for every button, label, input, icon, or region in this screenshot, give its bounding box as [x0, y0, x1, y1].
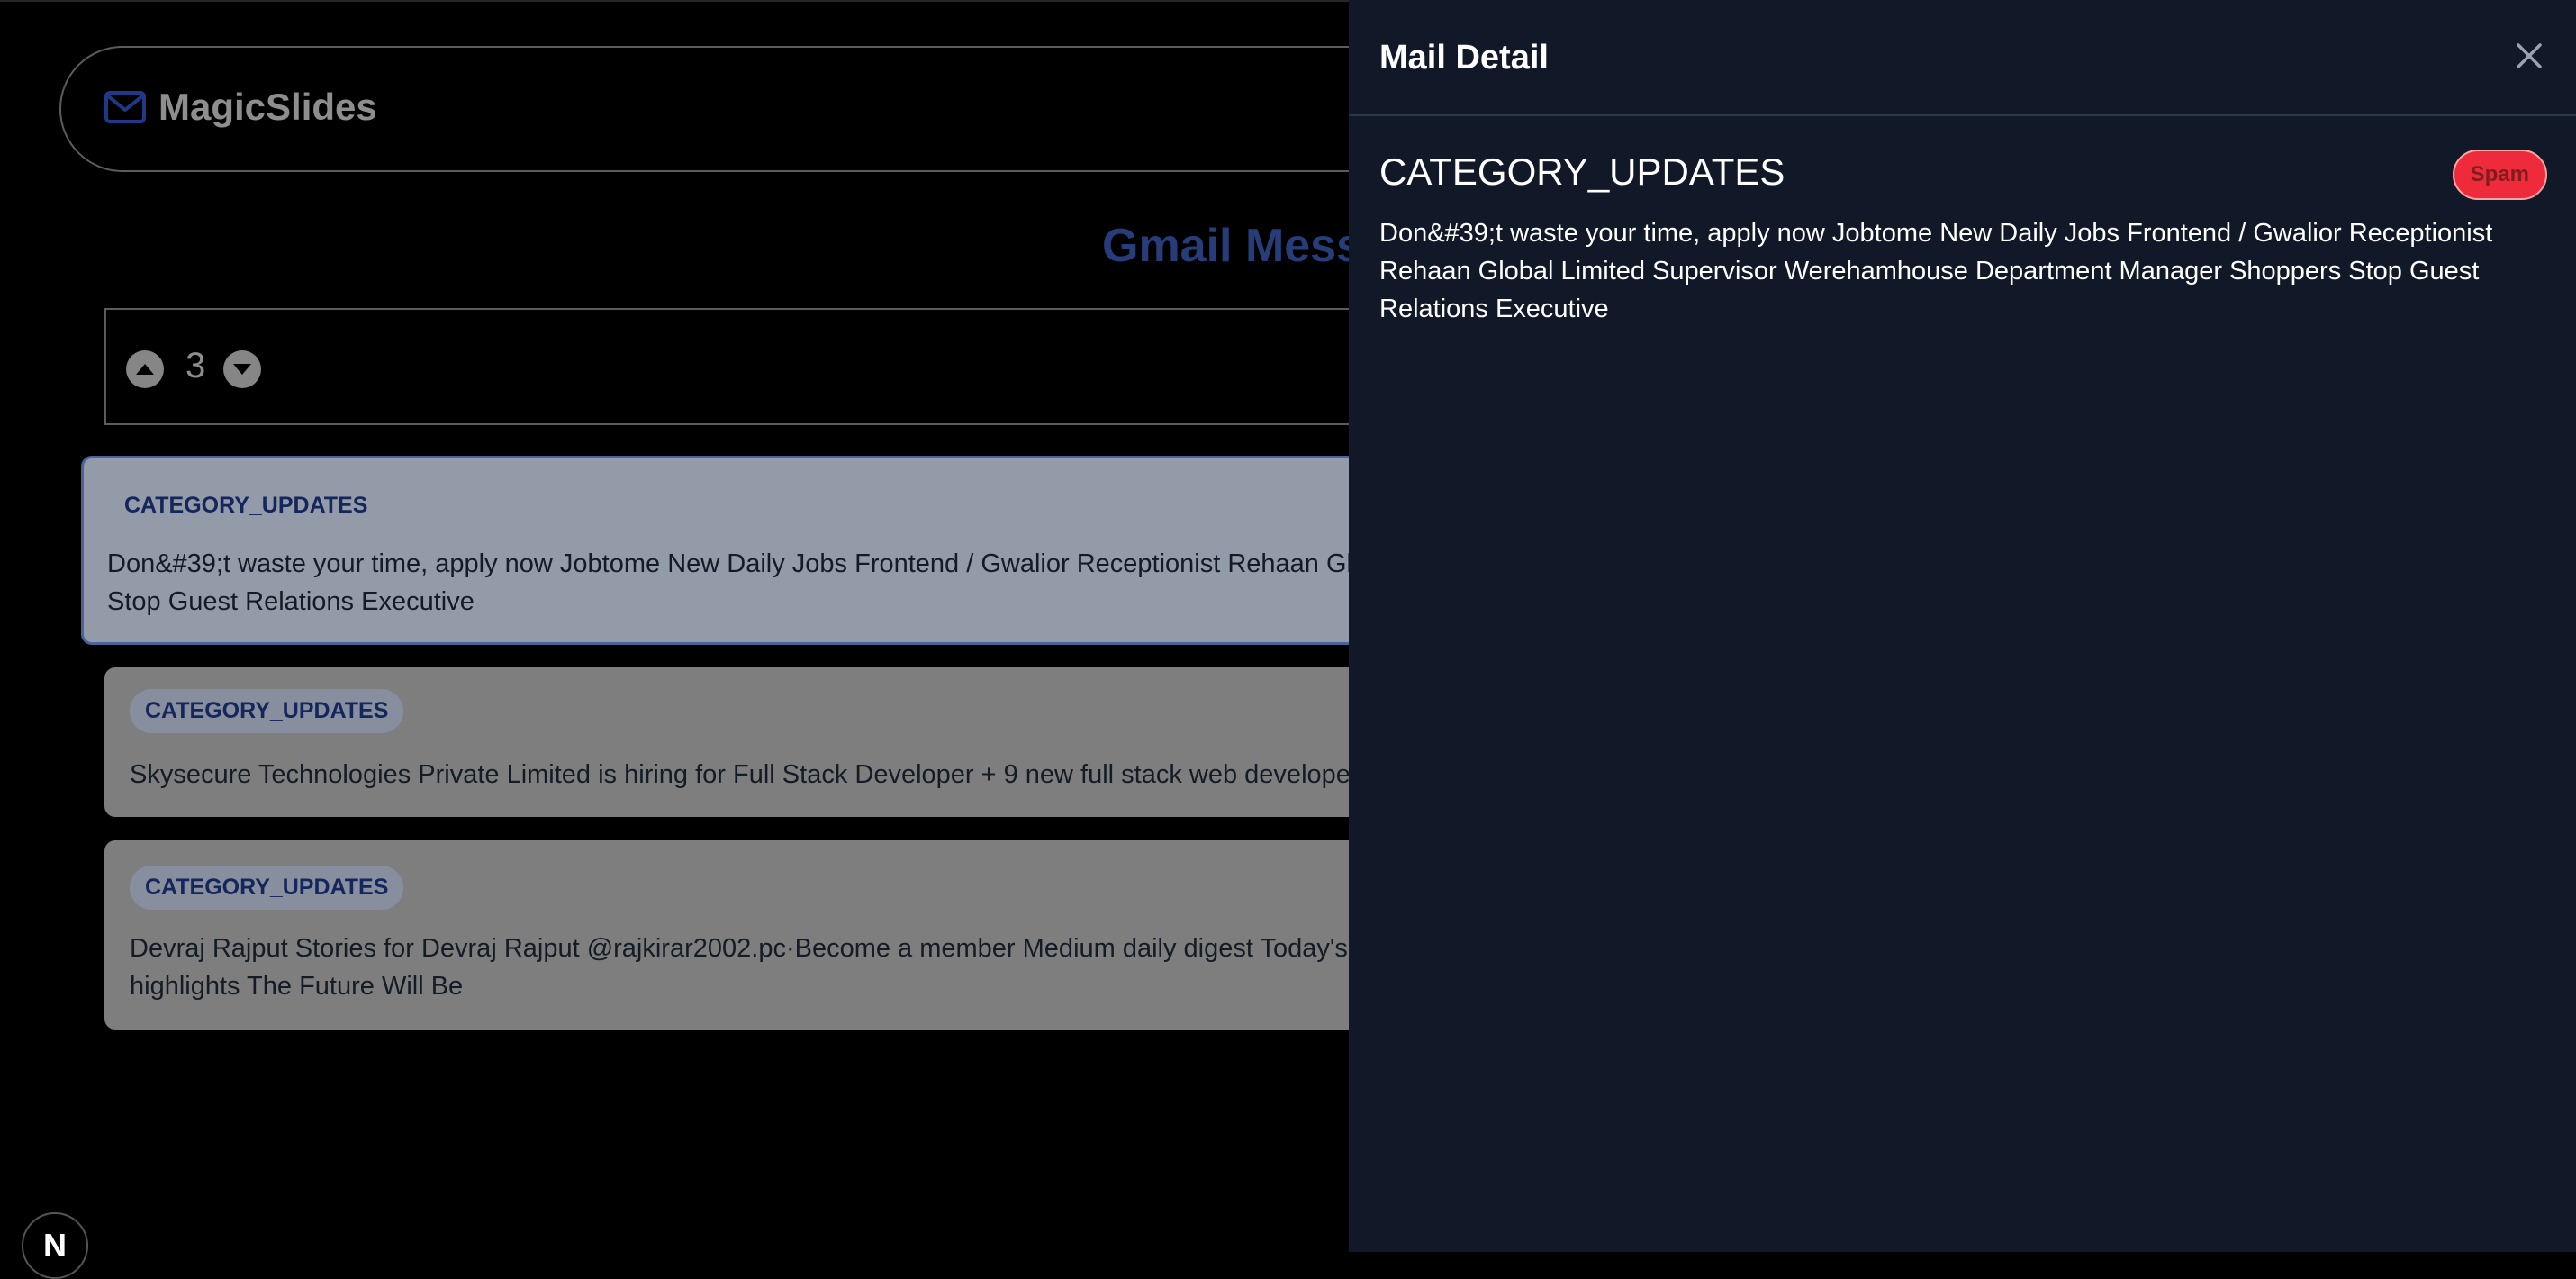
spam-badge: Spam [2452, 150, 2547, 200]
drawer-header: Mail Detail [1349, 0, 2576, 116]
detail-body: Don&#39;t waste your time, apply now Job… [1379, 219, 2493, 323]
close-icon[interactable] [2513, 40, 2545, 72]
mail-detail-drawer: Mail Detail CATEGORY_UPDATES Spam Don&#3… [1349, 0, 2576, 1252]
drawer-title: Mail Detail [1379, 39, 1549, 77]
framework-badge[interactable]: N [22, 1212, 88, 1279]
detail-subject: CATEGORY_UPDATES [1379, 150, 1785, 193]
